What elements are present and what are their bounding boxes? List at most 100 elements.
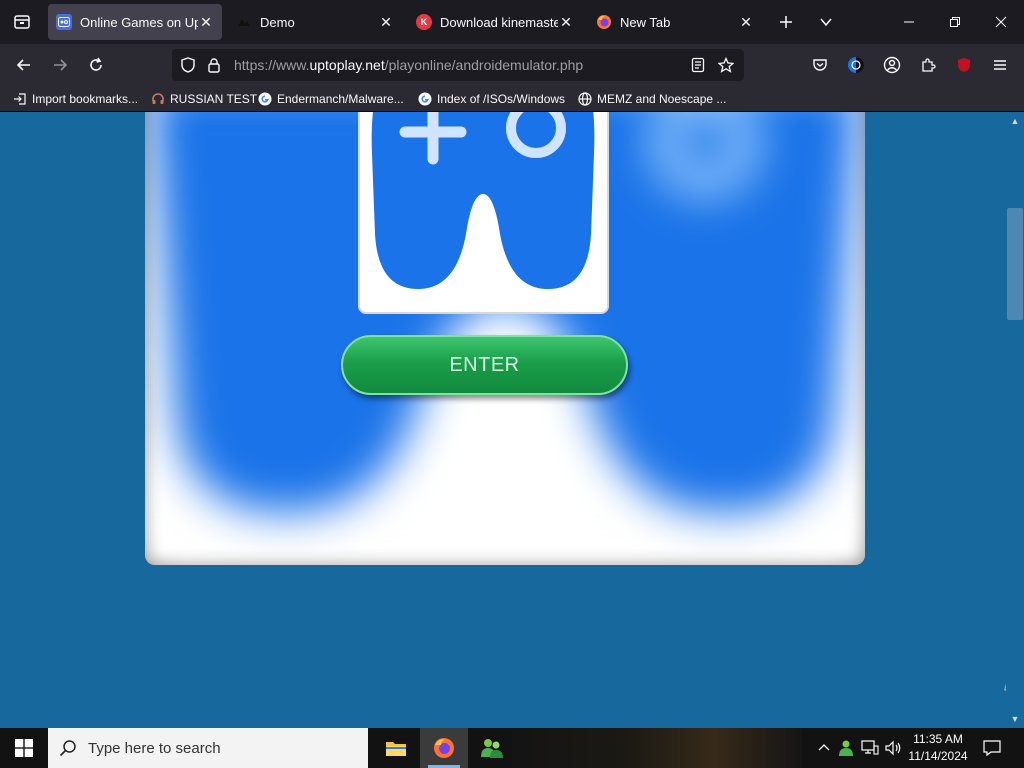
kinemaster-icon: K bbox=[416, 14, 432, 30]
show-hidden-icons-button[interactable] bbox=[814, 738, 834, 758]
close-tab-icon[interactable]: ✕ bbox=[378, 14, 394, 30]
taskbar-file-explorer[interactable] bbox=[372, 728, 420, 768]
firefox-icon bbox=[596, 14, 612, 30]
forward-button[interactable] bbox=[44, 49, 76, 81]
taskbar-firefox[interactable] bbox=[420, 728, 468, 768]
bookmarks-toolbar: Import bookmarks... RUSSIAN TEST Enderma… bbox=[0, 86, 1024, 112]
tab-title: Download kinemaster bbox=[440, 14, 558, 30]
dark-mode-icon bbox=[848, 57, 864, 73]
tab-kinemaster[interactable]: K Download kinemaster ✕ bbox=[408, 4, 582, 40]
restore-button[interactable] bbox=[932, 0, 978, 44]
navigation-toolbar: https://www.uptoplay.net/playonline/andr… bbox=[0, 44, 1024, 107]
taskbar-clock[interactable]: 11:35 AM 11/14/2024 bbox=[902, 731, 974, 765]
bookmark-endermanch[interactable]: Endermanch/Malware... bbox=[257, 90, 404, 108]
tab-online-games[interactable]: Online Games on Uptoplay ✕ bbox=[48, 4, 222, 40]
bookmark-label: RUSSIAN TEST bbox=[170, 92, 258, 106]
firefox-icon bbox=[434, 738, 454, 758]
android-emulator-card: ENTER bbox=[145, 112, 865, 565]
bookmark-russian-test[interactable]: RUSSIAN TEST bbox=[150, 90, 257, 108]
plus-icon bbox=[780, 16, 792, 28]
puzzle-icon bbox=[922, 58, 936, 72]
new-tab-button[interactable] bbox=[770, 6, 802, 38]
page-viewport: ENTER bbox=[0, 112, 1006, 728]
pocket-icon bbox=[813, 59, 827, 71]
volume-icon[interactable] bbox=[884, 738, 904, 758]
uptoplay-icon bbox=[56, 14, 72, 30]
notification-center-button[interactable] bbox=[980, 736, 1004, 760]
bookmark-star-icon[interactable] bbox=[718, 57, 734, 73]
page-scrollbar[interactable] bbox=[1006, 112, 1024, 728]
tab-new-tab[interactable]: New Tab ✕ bbox=[588, 4, 762, 40]
firefox-view-button[interactable] bbox=[0, 0, 44, 44]
network-icon[interactable] bbox=[860, 738, 880, 758]
arrow-left-icon bbox=[16, 59, 30, 71]
bookmark-label: Endermanch/Malware... bbox=[277, 92, 404, 106]
url-bar[interactable]: https://www.uptoplay.net/playonline/andr… bbox=[172, 49, 744, 81]
lock-icon[interactable] bbox=[206, 57, 222, 73]
url-prefix: https://www. bbox=[234, 57, 310, 73]
search-placeholder: Type here to search bbox=[88, 739, 221, 757]
tab-demo[interactable]: Demo ✕ bbox=[228, 4, 402, 40]
taskbar-wallpaper-strip bbox=[512, 728, 802, 768]
people-messenger-icon bbox=[481, 739, 503, 758]
url-host: uptoplay.net bbox=[309, 57, 385, 73]
dark-reader-button[interactable] bbox=[840, 49, 872, 81]
close-window-button[interactable] bbox=[978, 0, 1024, 44]
close-tab-icon[interactable]: ✕ bbox=[558, 14, 574, 30]
google-icon bbox=[417, 91, 433, 107]
bookmark-label: Index of /ISOs/Windows bbox=[437, 92, 566, 106]
ublock-button[interactable] bbox=[948, 49, 980, 81]
chevron-down-icon bbox=[820, 18, 832, 27]
import-icon bbox=[12, 91, 28, 107]
scrollbar-thumb[interactable] bbox=[1007, 208, 1023, 320]
hamburger-menu-icon bbox=[994, 60, 1006, 70]
bookmark-memz[interactable]: MEMZ and Noescape ... bbox=[577, 90, 726, 108]
bookmark-label: Import bookmarks... bbox=[32, 92, 139, 106]
windows-taskbar: Type here to search 11:35 AM 11/14/2024 bbox=[0, 728, 1024, 768]
minimize-button[interactable] bbox=[886, 0, 932, 44]
minimize-icon bbox=[904, 21, 914, 23]
tray-messenger-icon[interactable] bbox=[836, 738, 856, 758]
clock-date: 11/14/2024 bbox=[908, 749, 968, 763]
close-tab-icon[interactable]: ✕ bbox=[738, 14, 754, 30]
scroll-up-icon[interactable]: ▲ bbox=[1008, 114, 1022, 128]
demo-icon bbox=[236, 14, 252, 30]
google-icon bbox=[257, 91, 273, 107]
url-path: /playonline/androidemulator.php bbox=[384, 57, 584, 73]
gamepad-app-icon bbox=[371, 112, 595, 289]
tab-title: New Tab bbox=[620, 14, 671, 30]
start-button[interactable] bbox=[0, 728, 48, 768]
arrow-right-icon bbox=[54, 59, 68, 71]
bookmark-import[interactable]: Import bookmarks... bbox=[12, 90, 138, 108]
bookmark-isos-windows[interactable]: Index of /ISOs/Windows bbox=[417, 90, 565, 108]
taskbar-messenger[interactable] bbox=[468, 728, 516, 768]
windows-logo-icon bbox=[15, 739, 33, 757]
menu-button[interactable] bbox=[984, 49, 1016, 81]
notification-icon bbox=[983, 740, 1001, 756]
firefox-view-icon bbox=[14, 15, 30, 29]
tracking-protection-shield-icon[interactable] bbox=[180, 57, 196, 73]
clock-time: 11:35 AM bbox=[913, 732, 963, 746]
back-button[interactable] bbox=[8, 49, 40, 81]
search-icon bbox=[48, 739, 88, 757]
folder-icon bbox=[386, 742, 406, 756]
scroll-down-icon[interactable]: ▼ bbox=[1008, 712, 1022, 726]
close-icon bbox=[995, 16, 1007, 28]
taskbar-search-box[interactable]: Type here to search bbox=[48, 728, 368, 768]
url-text[interactable]: https://www.uptoplay.net/playonline/andr… bbox=[234, 57, 583, 73]
bookmark-label: MEMZ and Noescape ... bbox=[597, 92, 727, 106]
list-all-tabs-button[interactable] bbox=[810, 6, 842, 38]
globe-icon bbox=[577, 91, 593, 107]
account-icon bbox=[883, 56, 901, 74]
app-icon-frame bbox=[358, 112, 609, 314]
tab-title: Online Games on Uptoplay bbox=[80, 14, 198, 30]
close-tab-icon[interactable]: ✕ bbox=[198, 14, 214, 30]
headphones-icon bbox=[150, 91, 166, 107]
tab-title: Demo bbox=[260, 14, 295, 30]
reload-button[interactable] bbox=[80, 49, 112, 81]
enter-button[interactable]: ENTER bbox=[341, 335, 628, 395]
reader-view-icon[interactable] bbox=[690, 57, 706, 73]
account-button[interactable] bbox=[876, 49, 908, 81]
pocket-button[interactable] bbox=[804, 49, 836, 81]
extensions-button[interactable] bbox=[912, 49, 944, 81]
